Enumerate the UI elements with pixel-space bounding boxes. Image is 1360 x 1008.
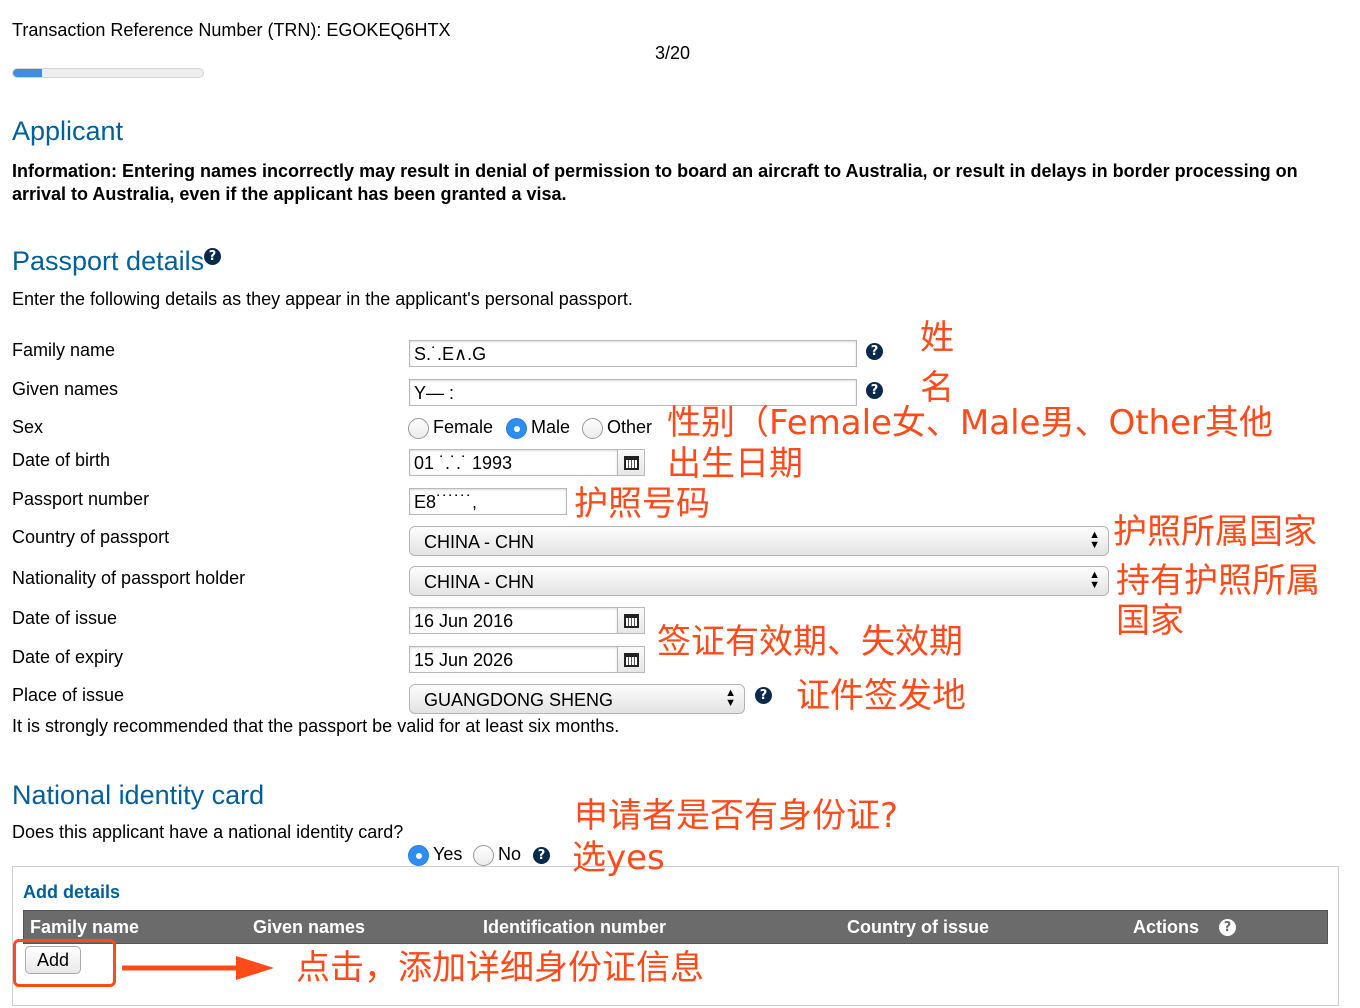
family-name-label: Family name — [12, 340, 116, 360]
applicant-heading: Applicant — [12, 116, 124, 146]
sex-male-label: Male — [531, 417, 571, 437]
step-counter: 3/20 — [655, 43, 691, 63]
annotation-given: 名 — [920, 368, 954, 408]
col-identification-number: Identification number — [483, 917, 667, 937]
given-names-input[interactable]: Y— : — [409, 379, 857, 406]
col-family-name: Family name — [30, 917, 140, 937]
annotation-country: 护照所属国家 — [1113, 512, 1317, 552]
id-no-label: No — [498, 844, 522, 864]
nationality-label: Nationality of passport holder — [12, 568, 246, 588]
issue-date-input[interactable]: 16 Jun 2016 — [409, 607, 618, 634]
annotation-dates: 签证有效期、失效期 — [657, 622, 963, 662]
given-names-label: Given names — [12, 379, 119, 399]
expiry-date-input[interactable]: 15 Jun 2026 — [409, 646, 618, 673]
expiry-date-label: Date of expiry — [12, 647, 124, 667]
select-arrows-icon: ▲ ▼ — [1089, 529, 1100, 551]
place-of-issue-select[interactable]: GUANGDONG SHENG ▲ ▼ — [409, 684, 745, 714]
add-details-title: Add details — [23, 882, 121, 902]
country-label: Country of passport — [12, 527, 170, 547]
issue-date-label: Date of issue — [12, 608, 118, 628]
annotation-id-question: 申请者是否有身份证? — [574, 796, 899, 836]
passport-heading-text: Passport details — [12, 246, 205, 276]
annotation-nationality-1: 持有护照所属 — [1116, 561, 1320, 601]
passport-heading: Passport details — [12, 246, 204, 277]
dob-input[interactable]: 01 ˙.˙.˙ 1993 — [409, 449, 618, 476]
add-highlight-box — [13, 939, 116, 987]
id-help-icon[interactable]: ? — [533, 847, 550, 864]
passport-number-label: Passport number — [12, 489, 150, 509]
sex-female-radio[interactable] — [408, 418, 429, 439]
given-names-help-icon[interactable]: ? — [866, 382, 883, 399]
calendar-icon[interactable] — [618, 646, 645, 673]
col-given-names: Given names — [253, 917, 366, 937]
dob-label: Date of birth — [12, 450, 111, 470]
sex-male-radio[interactable] — [506, 418, 527, 439]
annotation-sex: 性别（Female女、Male男、Other其他 — [667, 403, 1274, 443]
calendar-icon[interactable] — [618, 449, 645, 476]
place-help-icon[interactable]: ? — [755, 687, 772, 704]
annotation-passport-no: 护照号码 — [574, 484, 710, 524]
annotation-nationality-2: 国家 — [1116, 601, 1184, 641]
id-table-header: Family name Given names Identification n… — [23, 910, 1328, 944]
annotation-place: 证件签发地 — [796, 676, 966, 716]
passport-number-input[interactable]: E8˙˙˙˙˙˙, — [409, 488, 567, 515]
select-arrows-icon: ▲ ▼ — [725, 687, 736, 709]
sex-female-label: Female — [433, 417, 494, 437]
select-arrows-icon: ▲ ▼ — [1089, 569, 1100, 591]
place-of-issue-label: Place of issue — [12, 685, 125, 705]
col-country-of-issue: Country of issue — [847, 917, 990, 937]
sex-other-label: Other — [607, 417, 653, 437]
country-select[interactable]: CHINA - CHN ▲ ▼ — [409, 526, 1109, 556]
annotation-family: 姓 — [920, 318, 954, 358]
national-id-question: Does this applicant have a national iden… — [12, 822, 404, 842]
id-yes-label: Yes — [433, 844, 463, 864]
progress-bar — [12, 68, 204, 78]
annotation-dob: 出生日期 — [667, 444, 803, 484]
sex-other-radio[interactable] — [582, 418, 603, 439]
country-select-value: CHINA - CHN — [424, 532, 535, 552]
applicant-info: Information: Entering names incorrectly … — [12, 161, 1298, 204]
national-id-heading: National identity card — [12, 780, 265, 810]
annotation-add-hint: 点击，添加详细身份证信息 — [296, 948, 704, 988]
nationality-select[interactable]: CHINA - CHN ▲ ▼ — [409, 566, 1109, 596]
passport-intro: Enter the following details as they appe… — [12, 289, 633, 309]
validity-note: It is strongly recommended that the pass… — [12, 716, 620, 736]
family-name-input[interactable]: S.˙.E∧.G — [409, 340, 857, 367]
trn-label: Transaction Reference Number (TRN): EGOK… — [12, 20, 451, 40]
col-actions: Actions — [1133, 917, 1200, 937]
family-name-help-icon[interactable]: ? — [866, 343, 883, 360]
progress-fill — [13, 69, 42, 77]
nationality-select-value: CHINA - CHN — [424, 572, 535, 592]
question-circle-icon[interactable]: ? — [204, 248, 221, 265]
sex-label: Sex — [12, 417, 44, 437]
actions-help-icon[interactable]: ? — [1219, 919, 1236, 936]
annotation-id-choose: 选yes — [572, 838, 665, 878]
id-no-radio[interactable] — [473, 845, 494, 866]
calendar-icon[interactable] — [618, 607, 645, 634]
place-of-issue-value: GUANGDONG SHENG — [424, 690, 614, 710]
id-yes-radio[interactable] — [408, 845, 429, 866]
arrow-right-icon — [122, 956, 274, 980]
